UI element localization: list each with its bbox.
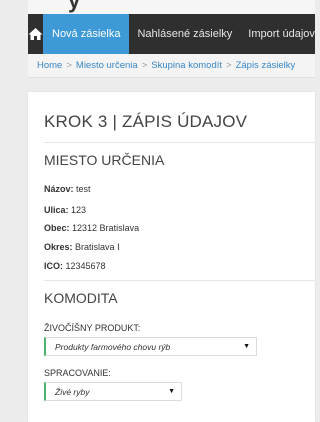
field-label: Názov: bbox=[44, 184, 74, 194]
animal-product-value: Produkty farmového chovu rýb bbox=[55, 341, 171, 352]
destination-field-name: Názov: test bbox=[44, 184, 91, 194]
nav-tab-new-shipment[interactable]: Nová zásielka bbox=[43, 14, 130, 54]
nav-tab-data-import[interactable]: Import údajov bbox=[240, 14, 320, 54]
field-label: Ulica: bbox=[44, 205, 69, 215]
breadcrumb-separator: > bbox=[66, 60, 72, 71]
breadcrumb-separator: > bbox=[226, 60, 232, 71]
nav-tab-reported-shipments[interactable]: Nahlásené zásielky bbox=[129, 14, 240, 54]
header-cutoff: y bbox=[28, 0, 315, 14]
home-button[interactable] bbox=[28, 14, 43, 54]
breadcrumb-shipment-entry[interactable]: Zápis zásielky bbox=[236, 60, 296, 71]
processing-label: SPRACOVANIE: bbox=[44, 368, 111, 378]
page-title: KROK 3 | ZÁPIS ÚDAJOV bbox=[44, 112, 248, 131]
destination-section-title: MIESTO URČENIA bbox=[44, 152, 165, 168]
title-divider bbox=[44, 142, 315, 143]
field-label: Obec: bbox=[44, 223, 70, 233]
field-label: Okres: bbox=[44, 242, 73, 252]
chevron-down-icon: ▼ bbox=[243, 343, 250, 350]
breadcrumb: Home > Miesto určenia > Skupina komodít … bbox=[28, 54, 315, 78]
top-navigation: Nová zásielka Nahlásené zásielky Import … bbox=[28, 14, 315, 54]
section-divider bbox=[44, 280, 315, 281]
breadcrumb-home[interactable]: Home bbox=[37, 60, 62, 71]
processing-select[interactable]: Živé ryby ▼ bbox=[44, 382, 182, 401]
destination-field-district: Okres: Bratislava I bbox=[44, 242, 120, 252]
form-panel: KROK 3 | ZÁPIS ÚDAJOV MIESTO URČENIA Náz… bbox=[28, 92, 315, 422]
commodity-section-title: KOMODITA bbox=[44, 290, 118, 306]
destination-field-ico: ICO: 12345678 bbox=[44, 261, 106, 271]
field-value: Bratislava I bbox=[75, 242, 120, 252]
destination-field-street: Ulica: 123 bbox=[44, 205, 86, 215]
breadcrumb-commodity-group[interactable]: Skupina komodít bbox=[151, 60, 222, 71]
field-value: test bbox=[76, 184, 91, 194]
chevron-down-icon: ▼ bbox=[168, 388, 175, 395]
destination-field-municipality: Obec: 12312 Bratislava bbox=[44, 223, 139, 233]
field-value: 12345678 bbox=[65, 261, 106, 271]
breadcrumb-destination[interactable]: Miesto určenia bbox=[76, 60, 138, 71]
breadcrumb-separator: > bbox=[141, 60, 148, 71]
field-value: 12312 Bratislava bbox=[72, 223, 140, 233]
home-icon bbox=[28, 28, 43, 40]
animal-product-label: ŽIVOČÍŠNY PRODUKT: bbox=[44, 323, 141, 333]
animal-product-select[interactable]: Produkty farmového chovu rýb ▼ bbox=[44, 337, 257, 356]
field-label: ICO: bbox=[44, 261, 63, 271]
field-value: 123 bbox=[71, 205, 87, 215]
header-cutoff-text: y bbox=[68, 0, 81, 13]
processing-value: Živé ryby bbox=[55, 386, 90, 397]
